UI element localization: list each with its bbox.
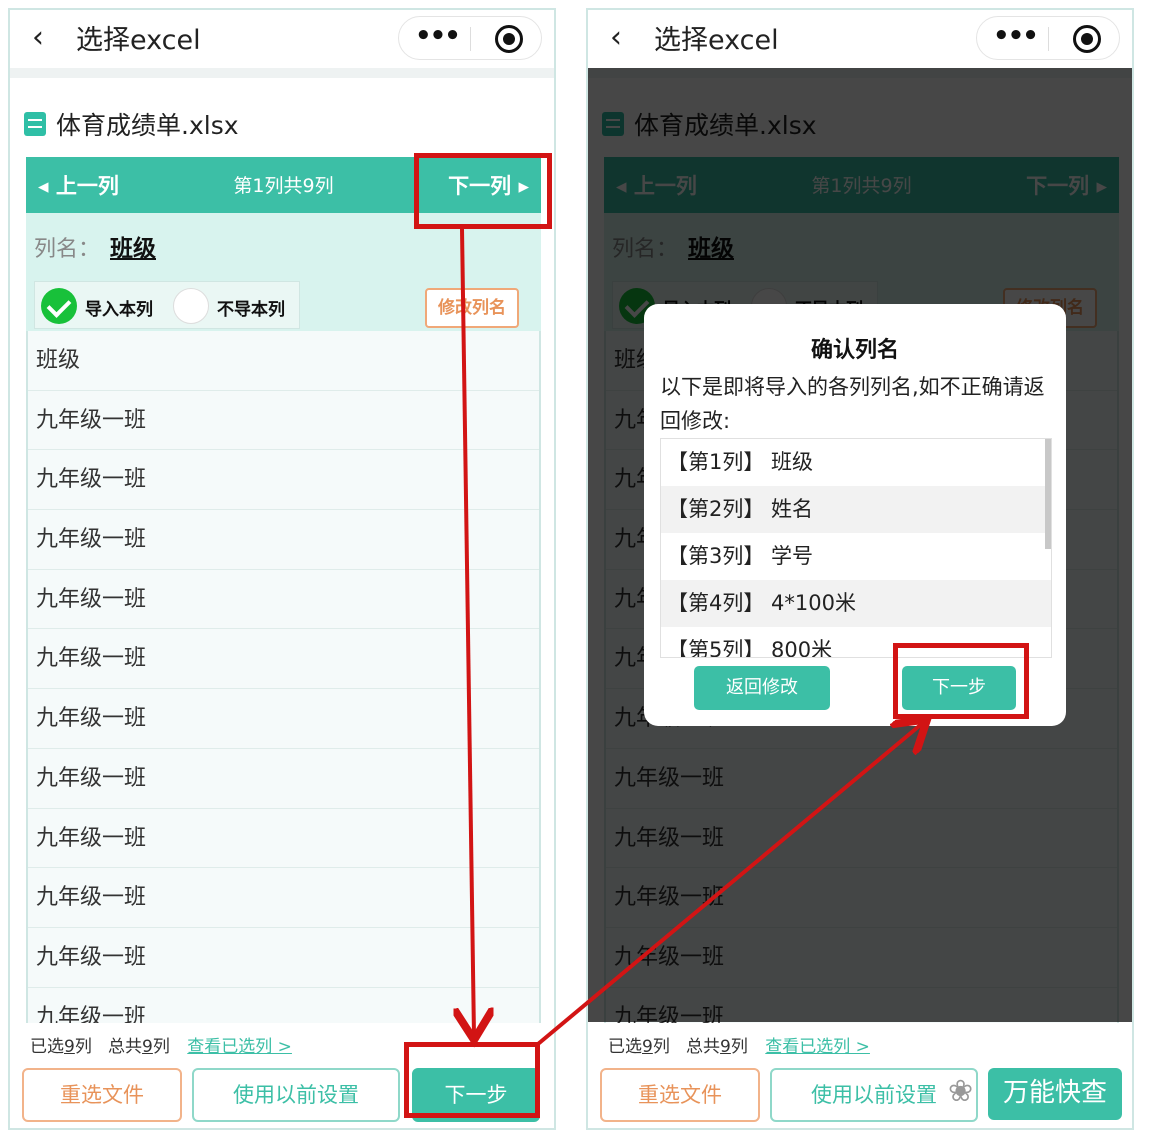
arrow-diagonal <box>536 722 924 1046</box>
arrow-down <box>462 228 474 1036</box>
annotation-arrows <box>0 228 1153 1135</box>
